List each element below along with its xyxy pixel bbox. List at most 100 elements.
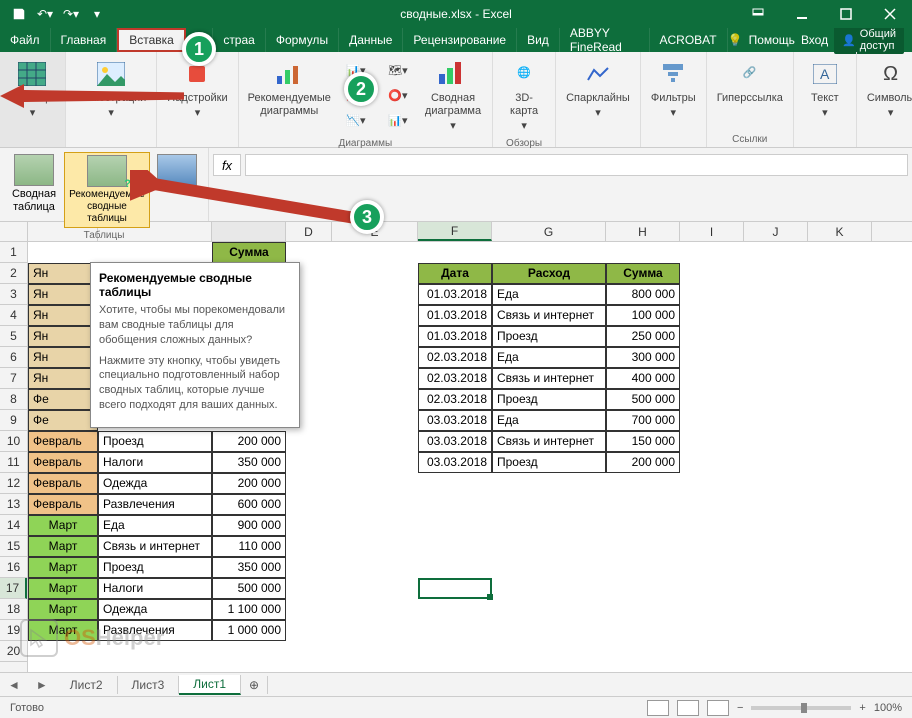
table-cell[interactable]: Фе — [28, 389, 98, 410]
tab-acrobat[interactable]: ACROBAT — [650, 28, 728, 52]
col-g[interactable]: G — [492, 222, 606, 241]
table-cell[interactable]: 900 000 — [212, 515, 286, 536]
row-16[interactable]: 16 — [0, 557, 27, 578]
table-cell[interactable]: 02.03.2018 — [418, 389, 492, 410]
t2-hdr-date[interactable]: Дата — [418, 263, 492, 284]
row-2[interactable]: 2 — [0, 263, 27, 284]
row-11[interactable]: 11 — [0, 452, 27, 473]
table-cell[interactable]: 200 000 — [212, 431, 286, 452]
view-page-layout[interactable] — [677, 700, 699, 716]
table-cell[interactable]: Проезд — [492, 326, 606, 347]
share-button[interactable]: 👤Общий доступ — [834, 26, 904, 54]
table-cell[interactable]: 150 000 — [606, 431, 680, 452]
table-cell[interactable]: 03.03.2018 — [418, 410, 492, 431]
3d-map-button[interactable]: 🌐3D-карта▾ — [499, 56, 549, 136]
table-cell[interactable]: Одежда — [98, 473, 212, 494]
close-icon[interactable] — [868, 0, 912, 28]
t1-hdr-sum[interactable]: Сумма — [212, 242, 286, 263]
row-13[interactable]: 13 — [0, 494, 27, 515]
table-cell[interactable]: Март — [28, 536, 98, 557]
table-cell[interactable]: 700 000 — [606, 410, 680, 431]
table-cell[interactable]: 1 100 000 — [212, 599, 286, 620]
table-cell[interactable]: 250 000 — [606, 326, 680, 347]
table-cell[interactable]: 300 000 — [606, 347, 680, 368]
table-cell[interactable]: 800 000 — [606, 284, 680, 305]
table-cell[interactable]: Март — [28, 515, 98, 536]
col-k[interactable]: K — [808, 222, 872, 241]
col-f[interactable]: F — [418, 222, 492, 241]
table-cell[interactable]: 400 000 — [606, 368, 680, 389]
table-cell[interactable]: Связь и интернет — [492, 368, 606, 389]
tell-me[interactable]: Помощь — [749, 33, 795, 47]
chart-type-6[interactable]: 📊▾ — [378, 110, 418, 134]
table-cell[interactable]: Одежда — [98, 599, 212, 620]
table-cell[interactable]: 200 000 — [606, 452, 680, 473]
row-8[interactable]: 8 — [0, 389, 27, 410]
illustrations-button[interactable]: Иллюстрации▾ — [72, 56, 150, 122]
redo-icon[interactable]: ↷▾ — [60, 3, 82, 25]
col-j[interactable]: J — [744, 222, 808, 241]
table-cell[interactable]: Еда — [98, 515, 212, 536]
table-cell[interactable]: Ян — [28, 305, 98, 326]
tab-file[interactable]: Файл — [0, 28, 51, 52]
chart-type-3[interactable]: 📉▾ — [336, 110, 376, 134]
table-cell[interactable]: Ян — [28, 284, 98, 305]
table-cell[interactable]: 100 000 — [606, 305, 680, 326]
table-cell[interactable]: Проезд — [98, 557, 212, 578]
row-5[interactable]: 5 — [0, 326, 27, 347]
chart-type-4[interactable]: 🗺▾ — [378, 60, 418, 84]
hyperlink-button[interactable]: 🔗Гиперссылка — [713, 56, 787, 107]
tab-view[interactable]: Вид — [517, 28, 560, 52]
tab-review[interactable]: Рецензирование — [403, 28, 517, 52]
tab-home[interactable]: Главная — [51, 28, 118, 52]
sheet-nav-prev[interactable]: ◄ — [0, 678, 28, 692]
pivot-table-button[interactable]: Сводная таблица — [6, 152, 62, 228]
login-link[interactable]: Вход — [801, 33, 828, 47]
table-cell[interactable]: Март — [28, 599, 98, 620]
table-cell[interactable]: Связь и интернет — [492, 305, 606, 326]
row-9[interactable]: 9 — [0, 410, 27, 431]
table-cell[interactable]: Март — [28, 557, 98, 578]
table-cell[interactable]: Налоги — [98, 578, 212, 599]
table-cell[interactable]: Февраль — [28, 473, 98, 494]
table-cell[interactable]: Февраль — [28, 452, 98, 473]
table-cell[interactable]: Проезд — [492, 389, 606, 410]
table-cell[interactable]: 01.03.2018 — [418, 326, 492, 347]
table-cell[interactable]: 110 000 — [212, 536, 286, 557]
table-cell[interactable]: 1 000 000 — [212, 620, 286, 641]
tab-layout[interactable]: страа — [213, 28, 266, 52]
sheet-tab-3[interactable]: Лист1 — [179, 675, 241, 695]
row-18[interactable]: 18 — [0, 599, 27, 620]
row-12[interactable]: 12 — [0, 473, 27, 494]
table-cell[interactable]: Связь и интернет — [98, 536, 212, 557]
col-h[interactable]: H — [606, 222, 680, 241]
table-cell[interactable]: 02.03.2018 — [418, 347, 492, 368]
table-cell[interactable]: 02.03.2018 — [418, 368, 492, 389]
table-cell[interactable]: 01.03.2018 — [418, 284, 492, 305]
table-cell[interactable]: 200 000 — [212, 473, 286, 494]
view-page-break[interactable] — [707, 700, 729, 716]
table-cell[interactable]: 350 000 — [212, 557, 286, 578]
chart-type-5[interactable]: ⭕▾ — [378, 85, 418, 109]
qat-customize-icon[interactable]: ▾ — [86, 3, 108, 25]
row-3[interactable]: 3 — [0, 284, 27, 305]
table-cell[interactable]: 350 000 — [212, 452, 286, 473]
sheet-tab-2[interactable]: Лист3 — [118, 676, 180, 694]
table-cell[interactable]: Ян — [28, 368, 98, 389]
table-cell[interactable]: Проезд — [98, 431, 212, 452]
table-cell[interactable]: Налоги — [98, 452, 212, 473]
zoom-slider[interactable] — [751, 706, 851, 710]
sparklines-button[interactable]: Спарклайны▾ — [562, 56, 634, 122]
text-button[interactable]: AТекст▾ — [800, 56, 850, 122]
table-cell[interactable]: 03.03.2018 — [418, 452, 492, 473]
undo-icon[interactable]: ↶▾ — [34, 3, 56, 25]
row-15[interactable]: 15 — [0, 536, 27, 557]
pivot-chart-button[interactable]: Сводная диаграмма▾ — [420, 56, 486, 136]
ribbon-options-icon[interactable] — [736, 0, 780, 28]
table-cell[interactable]: Проезд — [492, 452, 606, 473]
col-i[interactable]: I — [680, 222, 744, 241]
row-17[interactable]: 17 — [0, 578, 27, 599]
row-7[interactable]: 7 — [0, 368, 27, 389]
minimize-icon[interactable] — [780, 0, 824, 28]
sheet-nav-next[interactable]: ► — [28, 678, 56, 692]
